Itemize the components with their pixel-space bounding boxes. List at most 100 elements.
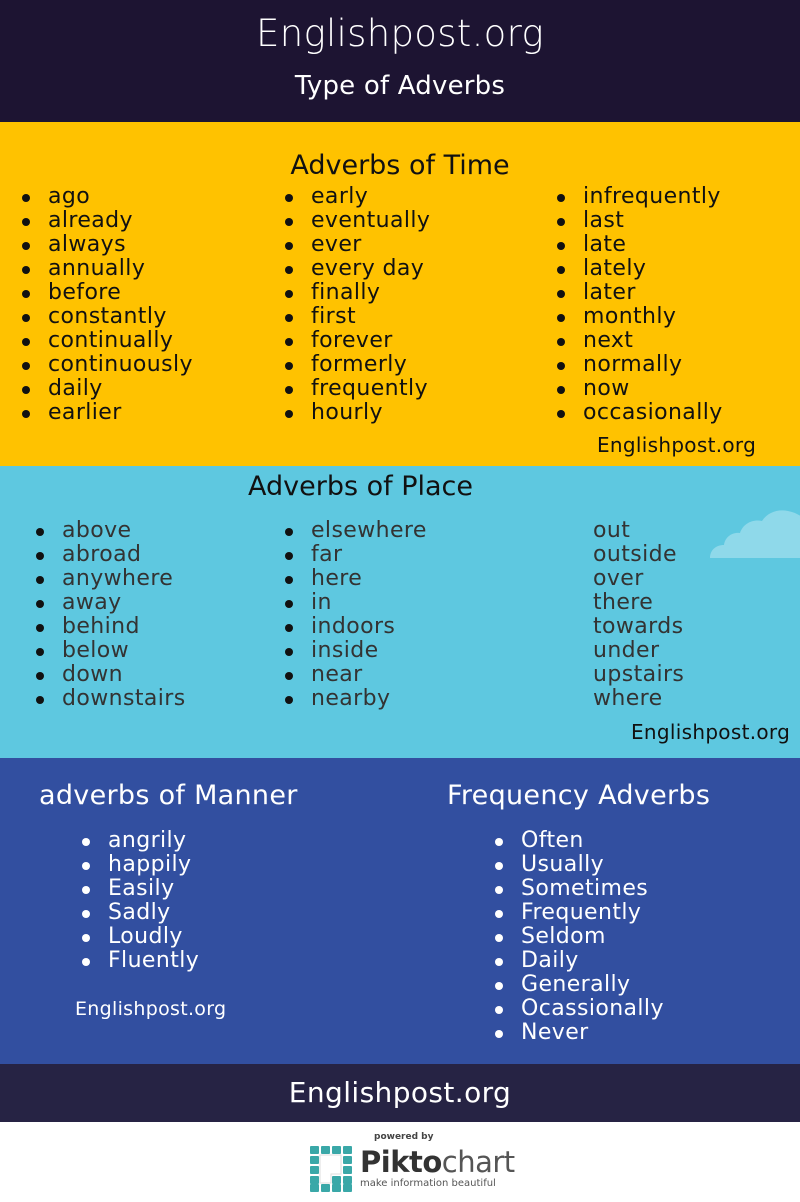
piktochart-logo-icon [310,1146,352,1192]
list-item: Generally [495,973,664,997]
list-item-text: Generally [521,972,631,997]
list-item: over [567,567,684,591]
bullet-icon [82,934,90,942]
list-item-text: always [48,232,126,257]
footer-site-title: Englishpost.org [288,1076,512,1109]
list-item: earlier [22,401,193,425]
list-item: lately [557,257,723,281]
watermark-credit: Englishpost.org [631,720,791,744]
list-item: later [557,281,723,305]
bullet-icon [285,338,293,346]
cloud-icon [710,510,800,558]
list-item-text: happily [108,852,192,877]
list-item-text: under [593,638,660,663]
bullet-icon [36,648,44,656]
list-item: happily [82,853,199,877]
list-item: outside [567,543,684,567]
list-item: where [567,687,684,711]
bullet-icon [22,362,30,370]
watermark-credit: Englishpost.org [75,998,227,1020]
bullet-icon [285,576,293,584]
list-item: down [36,663,186,687]
time-list-column-3: infrequently last late lately later monthly ne… [557,185,723,425]
list-item: Easily [82,877,199,901]
list-item-text: abroad [62,542,142,567]
bullet-icon [285,648,293,656]
list-item: downstairs [36,687,186,711]
list-item: first [285,305,430,329]
bullet-icon [22,194,30,202]
section-adverbs-of-place: Adverbs of Place above abroad anywhere away… [0,466,800,758]
list-item-text: towards [593,614,684,639]
place-list-column-3: out outside over there towards under upstairs w… [567,519,684,711]
header-banner: Englishpost.org Type of Adverbs [0,0,800,122]
section-title: Adverbs of Place [248,471,474,502]
powered-by-piktochart[interactable]: powered by Piktochart make information b… [0,1122,800,1202]
bullet-icon [22,410,30,418]
list-item-text: monthly [583,304,677,329]
bullet-icon [285,552,293,560]
bullet-icon [36,576,44,584]
bullet-icon [82,958,90,966]
bullet-icon [557,410,565,418]
list-item: Sometimes [495,877,664,901]
section-manner-and-frequency: adverbs of Manner angrily happily Easily Sa… [0,758,800,1064]
time-list-column-2: early eventually ever every day finally first… [285,185,430,425]
brand-light: chart [441,1145,515,1179]
list-item: before [22,281,193,305]
list-item-text: Easily [108,876,175,901]
place-list-column-2: elsewhere far here in indoors inside near nearb… [285,519,427,711]
list-item-text: Sadly [108,900,171,925]
list-item: Usually [495,853,664,877]
list-item-text: in [311,590,332,615]
list-item: Seldom [495,925,664,949]
list-item-text: earlier [48,400,122,425]
list-item: late [557,233,723,257]
list-item-text: anywhere [62,566,174,591]
list-item-text: behind [62,614,140,639]
list-item-text: ago [48,184,91,209]
list-item: formerly [285,353,430,377]
bullet-icon [82,862,90,870]
bullet-icon [557,242,565,250]
list-item-text: Usually [521,852,605,877]
list-item-text: formerly [311,352,408,377]
list-item: Never [495,1021,664,1045]
list-item: finally [285,281,430,305]
watermark-credit: Englishpost.org [597,433,757,457]
list-item-text: last [583,208,625,233]
bullet-icon [285,218,293,226]
list-item-text: indoors [311,614,396,639]
bullet-icon [285,362,293,370]
bullet-icon [22,314,30,322]
list-item: under [567,639,684,663]
bullet-icon [285,266,293,274]
bullet-icon [557,266,565,274]
list-item: always [22,233,193,257]
list-item: normally [557,353,723,377]
list-item-text: Never [521,1020,589,1045]
bullet-icon [495,958,503,966]
piktochart-tagline: make information beautiful [360,1178,496,1189]
list-item: every day [285,257,430,281]
list-item-text: ever [311,232,362,257]
list-item: far [285,543,427,567]
page-subtitle: Type of Adverbs [294,71,506,101]
list-item-text: there [593,590,654,615]
list-item-text: before [48,280,122,305]
bullet-icon [82,886,90,894]
list-item-text: infrequently [583,184,721,209]
bullet-icon [82,910,90,918]
bullet-icon [495,862,503,870]
bullet-icon [22,242,30,250]
list-item-text: Frequently [521,900,642,925]
bullet-icon [495,982,503,990]
list-item: already [22,209,193,233]
bullet-icon [82,838,90,846]
list-item: Loudly [82,925,199,949]
list-item-text: away [62,590,122,615]
list-item: occasionally [557,401,723,425]
powered-by-label: powered by [374,1132,434,1142]
list-item-text: elsewhere [311,518,427,543]
list-item-text: out [593,518,631,543]
